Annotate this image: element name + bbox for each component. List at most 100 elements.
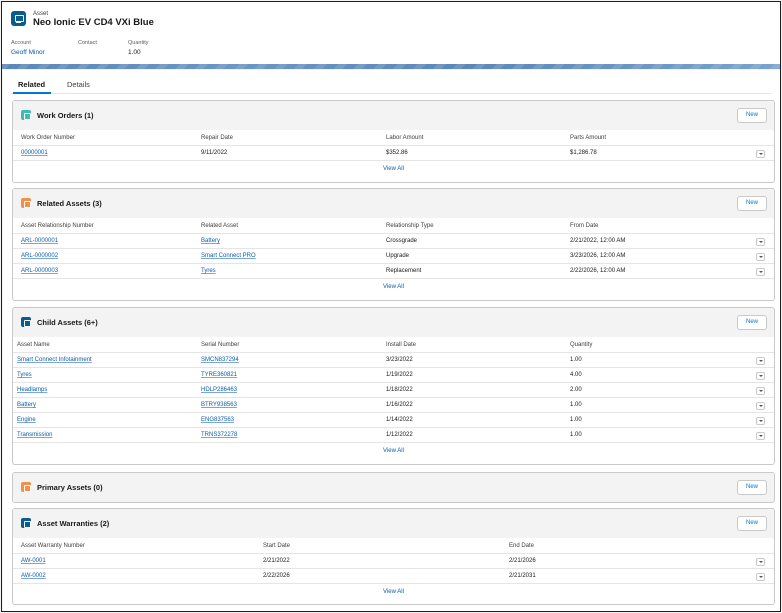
cell: 2/21/2022 — [263, 558, 290, 564]
relationship-link[interactable]: ARL-0000001 — [21, 238, 58, 244]
related-asset-link[interactable]: Tyres — [201, 268, 216, 274]
new-warranty-button[interactable]: New — [737, 516, 767, 531]
related-asset-icon — [21, 482, 31, 492]
column-header[interactable]: Quantity — [570, 342, 592, 348]
field-value: 1.00 — [128, 49, 141, 56]
row-actions-dropdown[interactable] — [756, 431, 765, 440]
row-actions-dropdown[interactable] — [756, 572, 765, 581]
view-all-link[interactable]: View All — [383, 284, 404, 290]
column-header[interactable]: Repair Date — [201, 135, 233, 141]
serial-number-link[interactable]: ENG837563 — [201, 417, 234, 423]
tab-details[interactable]: Details — [67, 80, 90, 89]
table-row: AW-0002 2/22/2026 2/21/2031 — [13, 569, 774, 584]
card-title[interactable]: Asset Warranties (2) — [37, 519, 109, 528]
serial-number-link[interactable]: HDLP286463 — [201, 387, 237, 393]
asset-icon — [11, 11, 26, 26]
view-all-link[interactable]: View All — [383, 589, 404, 595]
column-header[interactable]: End Date — [509, 543, 534, 549]
cell: 1.00 — [570, 432, 582, 438]
work-order-link[interactable]: 00000001 — [21, 150, 48, 156]
asset-name-link[interactable]: Transmission — [17, 432, 52, 438]
serial-number-link[interactable]: BTRY938563 — [201, 402, 237, 408]
row-actions-dropdown[interactable] — [756, 557, 765, 566]
new-related-asset-button[interactable]: New — [737, 196, 767, 211]
column-header[interactable]: Labor Amount — [386, 135, 423, 141]
primary-assets-card: Primary Assets (0) New — [12, 472, 775, 503]
card-header: Child Assets (6+) New — [13, 308, 774, 337]
column-header[interactable]: Asset Warranty Number — [21, 543, 85, 549]
record-title: Neo Ionic EV CD4 VXi Blue — [33, 17, 154, 28]
serial-number-link[interactable]: TRNS372278 — [201, 432, 237, 438]
column-header[interactable]: Work Order Number — [21, 135, 75, 141]
cell: 4.00 — [570, 372, 582, 378]
view-all-link[interactable]: View All — [383, 448, 404, 454]
cell: 1/14/2022 — [386, 417, 413, 423]
row-actions-dropdown[interactable] — [756, 252, 765, 261]
row-actions-dropdown[interactable] — [756, 401, 765, 410]
table-header: Asset Warranty Number Start Date End Dat… — [13, 538, 774, 554]
table-header: Asset Relationship Number Related Asset … — [13, 218, 774, 234]
table-row: AW-0001 2/21/2022 2/21/2026 — [13, 554, 774, 569]
cell: 1.00 — [570, 357, 582, 363]
column-header[interactable]: Asset Name — [17, 342, 50, 348]
column-header[interactable]: Relationship Type — [386, 223, 434, 229]
cell: $1,286.78 — [570, 150, 597, 156]
view-all-footer: View All — [13, 584, 774, 602]
view-all-link[interactable]: View All — [383, 166, 404, 172]
cell: 1/12/2022 — [386, 432, 413, 438]
app-frame: Asset Neo Ionic EV CD4 VXi Blue Account … — [1, 1, 781, 612]
work-order-icon — [21, 110, 31, 120]
relationship-link[interactable]: ARL-0000002 — [21, 253, 58, 259]
warranty-link[interactable]: AW-0001 — [21, 558, 46, 564]
related-asset-link[interactable]: Battery — [201, 238, 220, 244]
asset-name-link[interactable]: Engine — [17, 417, 36, 423]
table-header: Asset Name Serial Number Install Date Qu… — [13, 337, 774, 353]
account-link[interactable]: Geoff Minor — [11, 49, 45, 56]
card-header: Asset Warranties (2) New — [13, 509, 774, 538]
row-actions-dropdown[interactable] — [756, 237, 765, 246]
card-title[interactable]: Related Assets (3) — [37, 199, 102, 208]
cell: 1.00 — [570, 417, 582, 423]
new-primary-asset-button[interactable]: New — [737, 480, 767, 495]
card-title[interactable]: Child Assets (6+) — [37, 318, 98, 327]
related-asset-icon — [21, 198, 31, 208]
row-actions-dropdown[interactable] — [756, 149, 765, 158]
column-header[interactable]: Asset Relationship Number — [21, 223, 94, 229]
asset-name-link[interactable]: Tyres — [17, 372, 32, 378]
column-header[interactable]: Install Date — [386, 342, 416, 348]
relationship-link[interactable]: ARL-0000003 — [21, 268, 58, 274]
column-header[interactable]: From Date — [570, 223, 598, 229]
column-header[interactable]: Parts Amount — [570, 135, 606, 141]
column-header[interactable]: Start Date — [263, 543, 290, 549]
tab-bar: Related Details — [11, 70, 771, 94]
warranty-link[interactable]: AW-0002 — [21, 573, 46, 579]
column-header[interactable]: Related Asset — [201, 223, 238, 229]
row-actions-dropdown[interactable] — [756, 267, 765, 276]
asset-name-link[interactable]: Headlamps — [17, 387, 47, 393]
table-row: Headlamps HDLP286463 1/18/2022 2.00 — [13, 383, 774, 398]
new-child-asset-button[interactable]: New — [737, 315, 767, 330]
asset-name-link[interactable]: Smart Connect Infotainment — [17, 357, 92, 363]
view-all-footer: View All — [13, 443, 774, 461]
cell: 1/16/2022 — [386, 402, 413, 408]
row-actions-dropdown[interactable] — [756, 371, 765, 380]
row-actions-dropdown[interactable] — [756, 386, 765, 395]
card-title[interactable]: Primary Assets (0) — [37, 483, 103, 492]
record-header: Asset Neo Ionic EV CD4 VXi Blue Account … — [2, 2, 780, 66]
row-actions-dropdown[interactable] — [756, 416, 765, 425]
work-orders-card: Work Orders (1) New Work Order Number Re… — [12, 100, 775, 183]
tab-related[interactable]: Related — [18, 80, 45, 89]
view-all-footer: View All — [13, 161, 774, 179]
new-work-order-button[interactable]: New — [737, 108, 767, 123]
row-actions-dropdown[interactable] — [756, 356, 765, 365]
field-label: Contact — [78, 40, 97, 46]
asset-warranties-card: Asset Warranties (2) New Asset Warranty … — [12, 508, 775, 605]
serial-number-link[interactable]: SMCN837294 — [201, 357, 239, 363]
column-header[interactable]: Serial Number — [201, 342, 239, 348]
card-title[interactable]: Work Orders (1) — [37, 111, 94, 120]
field-account: Account Geoff Minor — [11, 40, 45, 56]
table-row: ARL-0000002 Smart Connect PRO Upgrade 3/… — [13, 249, 774, 264]
serial-number-link[interactable]: TYRE360821 — [201, 372, 237, 378]
asset-name-link[interactable]: Battery — [17, 402, 36, 408]
related-asset-link[interactable]: Smart Connect PRO — [201, 253, 256, 259]
